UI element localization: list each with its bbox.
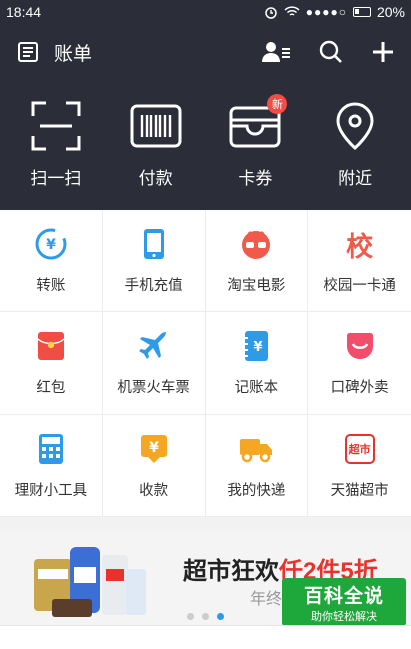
bottom-section — [0, 625, 411, 649]
quick-cards[interactable]: 新 卡券 — [209, 94, 301, 189]
movie-icon — [238, 226, 274, 262]
add-icon[interactable] — [371, 40, 395, 64]
grid-item-my-delivery[interactable]: 我的快递 — [205, 414, 309, 517]
signal-strength: ●●●●○ — [305, 5, 347, 19]
grid-item-campus-card[interactable]: 校 校园一卡通 — [308, 210, 411, 313]
grid-item-flight-train[interactable]: 机票火车票 — [102, 312, 206, 415]
svg-text:¥: ¥ — [149, 440, 159, 456]
bill-icon[interactable] — [16, 40, 40, 64]
grid-label: 校园一卡通 — [323, 278, 396, 295]
grid-item-phone-topup[interactable]: 手机充值 — [102, 210, 206, 313]
carousel-dot — [202, 613, 209, 620]
status-time: 18:44 — [6, 4, 42, 20]
delivery-truck-icon — [238, 431, 274, 467]
barcode-icon — [130, 104, 182, 148]
quick-label: 付款 — [138, 169, 173, 188]
calculator-icon — [33, 431, 69, 467]
contacts-icon[interactable] — [261, 40, 291, 64]
grid-label: 转账 — [36, 278, 66, 295]
grid-label: 淘宝电影 — [227, 278, 286, 295]
grid-item-transfer[interactable]: ¥ 转账 — [0, 210, 103, 313]
quick-scan[interactable]: 扫一扫 — [10, 100, 102, 189]
grid-label: 机票火车票 — [117, 380, 190, 397]
carousel-dot-active — [217, 613, 224, 620]
new-badge: 新 — [267, 94, 288, 114]
grid-label: 天猫超市 — [330, 482, 389, 499]
grid-label: 手机充值 — [124, 278, 183, 295]
svg-text:¥: ¥ — [46, 237, 56, 253]
location-pin-icon — [336, 102, 374, 151]
banner-subtitle: 年终 — [250, 591, 283, 608]
search-icon[interactable] — [319, 40, 343, 64]
transfer-icon: ¥ — [33, 226, 69, 262]
carousel-dot — [187, 613, 194, 620]
service-grid: ¥ 转账 手机充值 淘宝电影 校 校园一卡通 红包 机票火车票 ¥ 记账本 口碑… — [0, 210, 411, 517]
quick-label: 卡券 — [238, 169, 273, 188]
header: 账单 扫一扫 付款 新 卡券 附近 — [0, 24, 411, 210]
quick-pay[interactable]: 付款 — [110, 100, 202, 189]
product-image — [34, 547, 146, 617]
scan-icon — [31, 101, 81, 151]
grid-item-tmall-market[interactable]: 超市 天猫超市 — [308, 415, 411, 517]
phone-icon — [136, 226, 172, 262]
quick-label: 附近 — [338, 169, 373, 188]
receive-money-icon: ¥ — [136, 431, 172, 467]
grid-label: 记账本 — [234, 380, 279, 397]
grid-item-red-envelope[interactable]: 红包 — [0, 312, 103, 415]
grid-label: 口碑外卖 — [330, 380, 389, 397]
status-bar: 18:44 ●●●●○ 20% — [0, 0, 411, 24]
grid-label: 红包 — [36, 380, 66, 397]
watermark-badge: 百科全说 助你轻松解决 — [282, 578, 406, 626]
carousel-indicator — [187, 613, 224, 620]
notebook-icon: ¥ — [238, 328, 274, 364]
svg-text:¥: ¥ — [254, 340, 263, 355]
plane-icon — [136, 328, 172, 364]
tmall-market-icon: 超市 — [342, 431, 378, 467]
campus-card-icon: 校 — [346, 231, 374, 262]
grid-label: 理财小工具 — [14, 482, 88, 499]
quick-label: 扫一扫 — [30, 169, 82, 188]
quick-nearby[interactable]: 附近 — [309, 100, 401, 189]
grid-item-koubei-takeout[interactable]: 口碑外卖 — [308, 312, 411, 415]
battery-icon — [352, 7, 371, 17]
grid-item-receive-money[interactable]: ¥ 收款 — [102, 414, 206, 517]
wifi-icon — [284, 6, 300, 16]
takeout-icon — [342, 328, 378, 364]
page-title[interactable]: 账单 — [54, 39, 261, 66]
grid-item-account-book[interactable]: ¥ 记账本 — [205, 312, 309, 415]
alarm-icon — [264, 7, 277, 19]
red-envelope-icon — [33, 328, 69, 364]
grid-label: 我的快递 — [227, 482, 286, 499]
grid-label: 收款 — [139, 482, 169, 499]
grid-item-taobao-movie[interactable]: 淘宝电影 — [205, 210, 309, 313]
battery-level: 20% — [376, 4, 405, 20]
grid-item-finance-tools[interactable]: 理财小工具 — [0, 414, 103, 517]
